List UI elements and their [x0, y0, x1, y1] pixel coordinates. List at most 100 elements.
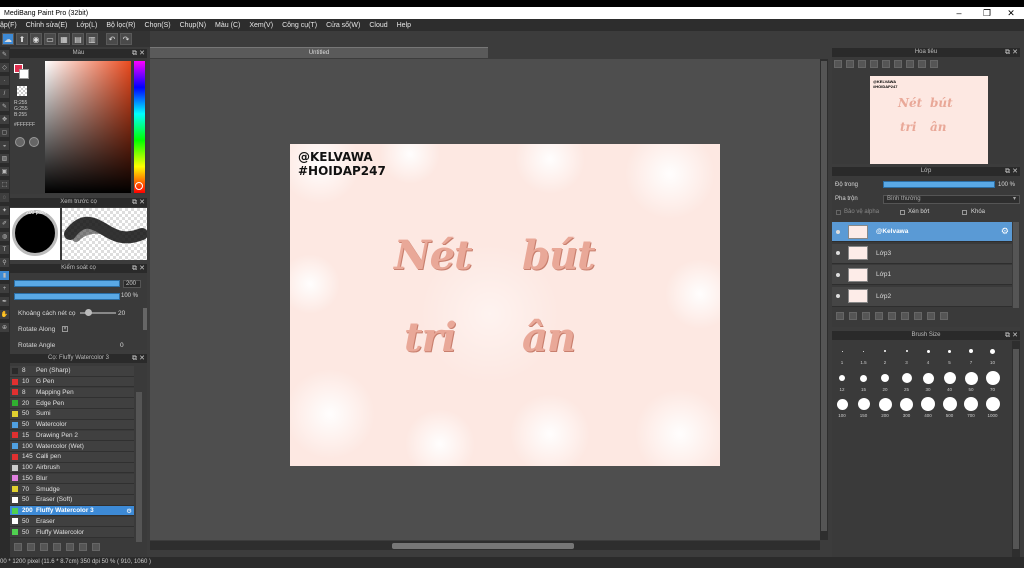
layer-scrollbar[interactable] — [1013, 222, 1019, 308]
select-pen-icon[interactable]: ✐ — [0, 219, 9, 228]
spacing-handle[interactable] — [85, 309, 92, 316]
layer-opacity-slider[interactable] — [883, 181, 995, 188]
select-tool-icon[interactable]: ⬚ — [0, 180, 9, 189]
horizontal-scrollbar[interactable] — [150, 541, 820, 550]
layer-row[interactable]: Lớp3 — [832, 243, 1012, 264]
brush-opacity-slider[interactable] — [14, 293, 120, 300]
menu-color[interactable]: Màu (C) — [215, 22, 240, 29]
brush-size-dot[interactable] — [863, 350, 864, 352]
rect-tool-icon[interactable]: ▢ — [0, 128, 9, 137]
brush-size-dot[interactable] — [921, 397, 935, 411]
brush-size-dot[interactable] — [860, 374, 867, 382]
horizontal-scroll-thumb[interactable] — [392, 543, 574, 549]
close-icon[interactable]: ✕ — [139, 354, 145, 363]
menu-snap[interactable]: Chụp(N) — [180, 22, 206, 29]
menu-layer[interactable]: Lớp(L) — [76, 22, 97, 29]
brush-size-scrollbar[interactable] — [1012, 341, 1020, 557]
brush-item[interactable]: 100 Airbrush — [10, 462, 134, 474]
float-icon[interactable]: ⧉ — [132, 354, 137, 363]
visibility-icon[interactable] — [836, 251, 840, 255]
brush-size-dot[interactable] — [985, 371, 1000, 385]
visibility-icon[interactable] — [836, 294, 840, 298]
lock-checkbox[interactable] — [962, 210, 967, 215]
menu-filter[interactable]: Bộ lọc(R) — [106, 22, 135, 29]
brush-item[interactable]: 100 Watercolor (Wet) — [10, 441, 134, 452]
bucket-tool-icon[interactable]: ▣ — [0, 167, 9, 176]
protect-alpha-checkbox[interactable] — [836, 210, 841, 215]
close-icon[interactable]: ✕ — [139, 198, 145, 207]
layer-folder-icon[interactable] — [888, 312, 896, 320]
brush-size-dot[interactable] — [884, 350, 886, 352]
brush-size-dot[interactable] — [948, 349, 951, 353]
drawing-canvas[interactable]: @KELVAWA #HOIDAP247 Nét bút tri ân — [290, 144, 720, 466]
color-wheel-icon[interactable] — [15, 137, 25, 147]
menu-tools[interactable]: Công cụ(T) — [282, 22, 317, 29]
gear-icon[interactable]: ⚙ — [126, 507, 132, 515]
brush-item[interactable]: 20 Edge Pen — [10, 398, 134, 409]
float-icon[interactable]: ⧉ — [1005, 48, 1010, 57]
minimize-button[interactable]: – — [944, 7, 974, 19]
brush-size-dot[interactable] — [942, 397, 957, 411]
brush-size-dot[interactable] — [900, 397, 913, 411]
brush-size-dot[interactable] — [841, 350, 843, 352]
close-icon[interactable]: ✕ — [1012, 331, 1018, 340]
close-icon[interactable]: ✕ — [1012, 48, 1018, 57]
brush-menu-icon[interactable] — [40, 542, 48, 551]
menu-window[interactable]: Cửa sổ(W) — [326, 22, 360, 29]
brush-size-dot[interactable] — [881, 374, 889, 382]
layer-row[interactable]: @Kelvawa ⚙ — [832, 222, 1012, 242]
close-icon[interactable]: ✕ — [1012, 167, 1018, 176]
gradient-tool-icon[interactable]: ▨ — [0, 154, 9, 163]
rotate-right-icon[interactable] — [918, 60, 926, 68]
brush-size-dot[interactable] — [926, 349, 930, 353]
brush-item[interactable]: 8 Pen (Sharp) — [10, 366, 134, 377]
blend-mode-select[interactable]: Bình thường ▾ — [883, 195, 1020, 204]
new-8bit-layer-icon[interactable] — [862, 312, 870, 320]
rotate-along-checkbox[interactable]: × — [62, 326, 68, 332]
zoom-icon[interactable] — [882, 60, 890, 68]
brush-size-dot[interactable] — [985, 397, 1000, 411]
brush-size-dot[interactable] — [964, 371, 978, 385]
brush-item[interactable]: 200 Fluffy Watercolor 3 ⚙ — [10, 505, 134, 517]
brush-item[interactable]: 145 Calli pen — [10, 452, 134, 463]
divide-tool-icon[interactable]: + — [0, 284, 9, 293]
transparent-swatch[interactable] — [17, 86, 27, 96]
canvas-area[interactable]: @KELVAWA #HOIDAP247 Nét bút tri ân — [150, 59, 820, 540]
brush-item[interactable]: 50 Eraser (Soft) — [10, 495, 134, 506]
delete-layer-icon[interactable] — [940, 312, 948, 320]
brush-size-dot[interactable] — [857, 398, 870, 410]
folder-icon[interactable] — [66, 542, 74, 551]
active-brush-tool-icon[interactable]: ▮ — [0, 271, 9, 280]
move-tool-icon[interactable]: ✥ — [0, 115, 9, 124]
brush-item[interactable]: 15 Drawing Pen 2 — [10, 430, 134, 442]
brush-size-slider[interactable] — [14, 280, 120, 287]
copy-brush-icon[interactable] — [53, 542, 61, 551]
pen-tool-icon[interactable]: ✎ — [0, 50, 9, 59]
add-layer-menu-icon[interactable] — [875, 312, 883, 320]
actual-size-icon[interactable] — [870, 60, 878, 68]
brush-size-value[interactable]: 200 — [123, 280, 141, 288]
navigator-thumbnail[interactable]: @KELVAWA #HOIDAP247 Nét bút tri ân — [870, 76, 988, 164]
duplicate-layer-icon[interactable] — [914, 312, 922, 320]
dropper-tool-icon[interactable]: ⚲ — [0, 258, 9, 267]
lasso-tool-icon[interactable]: ◌ — [0, 193, 9, 202]
float-icon[interactable]: ⧉ — [1005, 331, 1010, 340]
visibility-icon[interactable] — [836, 229, 840, 234]
menu-select[interactable]: Chọn(S) — [145, 22, 171, 29]
wand-tool-icon[interactable]: ✦ — [0, 206, 9, 215]
new-layer-icon[interactable] — [836, 312, 844, 320]
select-eraser-icon[interactable]: ◍ — [0, 232, 9, 241]
new-brush-icon[interactable] — [27, 542, 35, 551]
menu-edit[interactable]: Chỉnh sửa(E) — [26, 22, 68, 29]
trash-icon[interactable] — [92, 542, 100, 551]
comment-icon[interactable]: ▭ — [44, 33, 56, 45]
pencil-tool-icon[interactable]: ✎ — [0, 102, 9, 111]
brush-size-dot[interactable] — [990, 348, 995, 354]
fit-icon[interactable] — [858, 60, 866, 68]
undo-icon[interactable]: ↶ — [106, 33, 118, 45]
fill-tool-icon[interactable]: ◒ — [0, 141, 9, 150]
vertical-scroll-thumb[interactable] — [821, 61, 827, 531]
float-icon[interactable]: ⧉ — [132, 198, 137, 207]
brush-size-dot[interactable] — [969, 349, 973, 353]
close-icon[interactable]: ✕ — [139, 49, 145, 58]
